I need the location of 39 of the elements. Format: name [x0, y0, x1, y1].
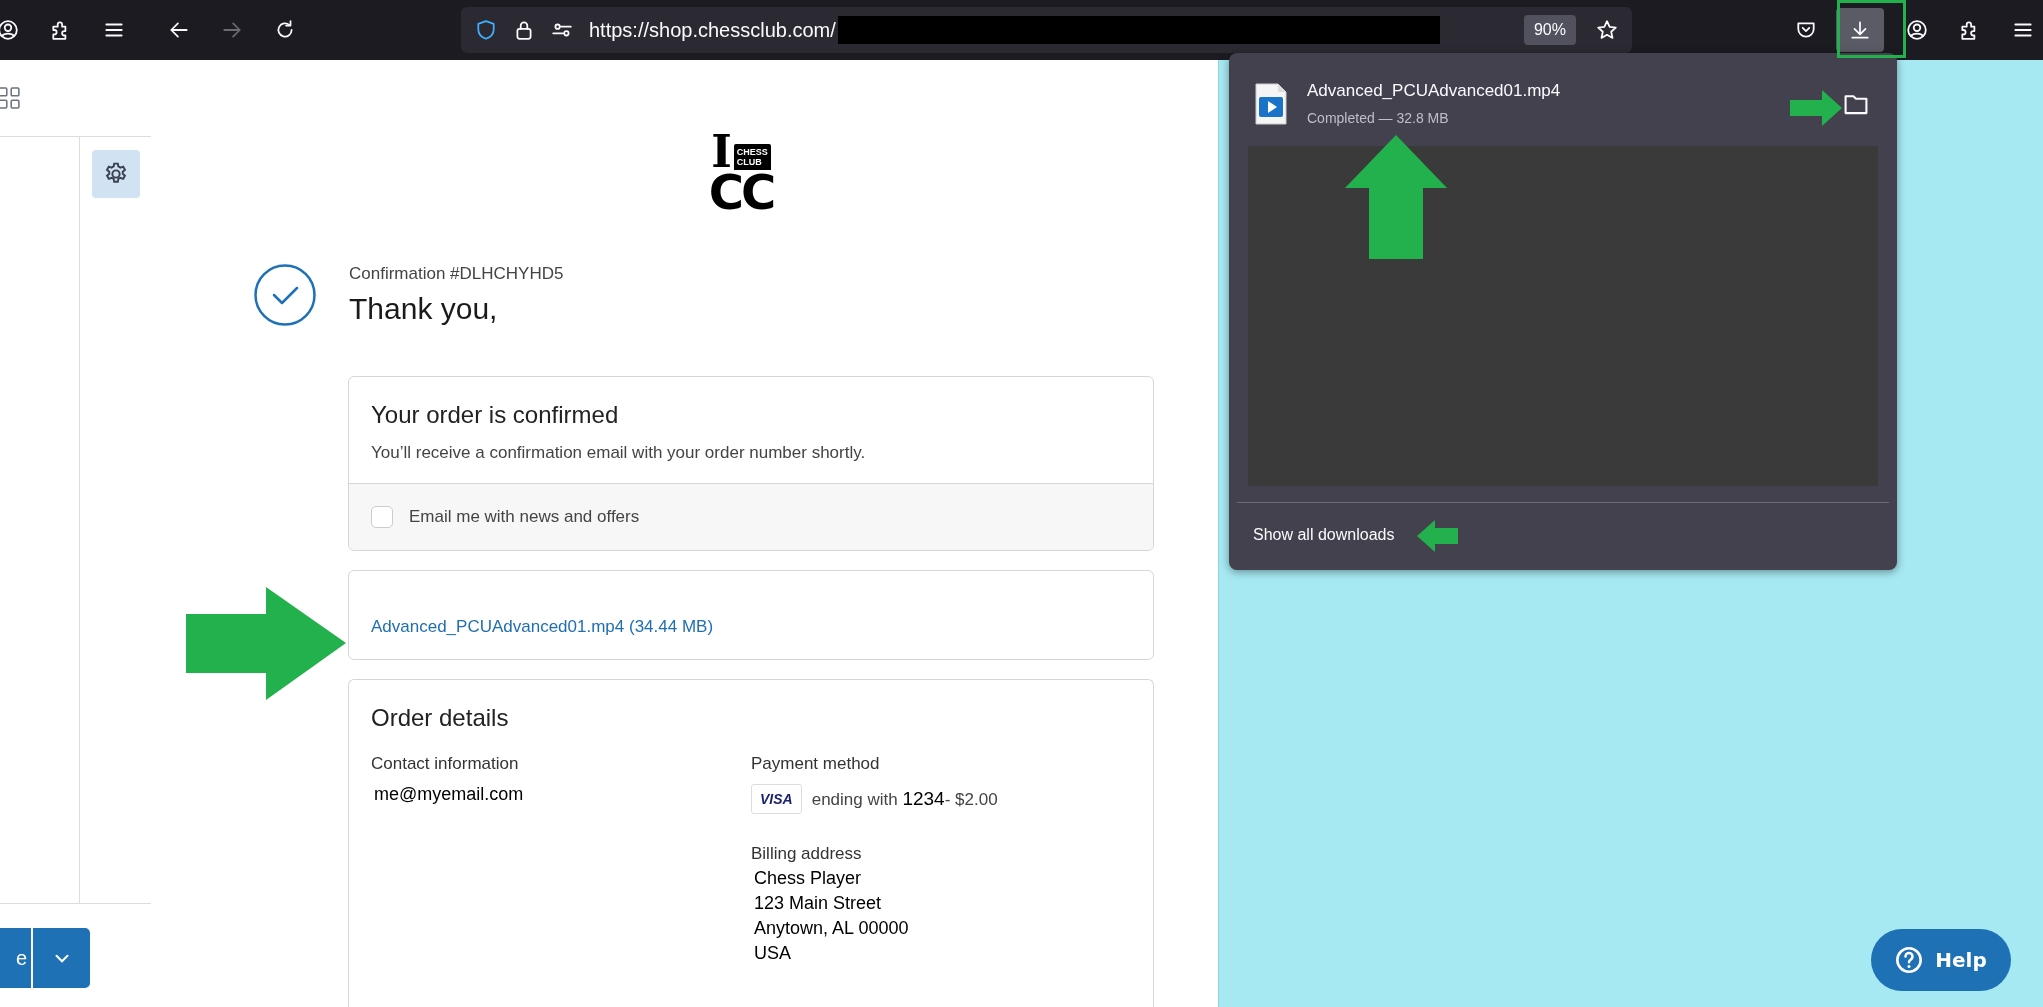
- payment-text: ending with 1234- $2.00: [811, 788, 998, 810]
- card-title: Your order is confirmed: [371, 401, 620, 429]
- field-label: Payment method: [751, 754, 881, 774]
- zoom-level[interactable]: 90%: [1523, 15, 1576, 45]
- thank-you-heading: Thank you,: [349, 292, 499, 326]
- annotation-arrow: [1417, 520, 1458, 552]
- field-label: Contact information: [371, 754, 520, 774]
- video-file-icon: [1255, 82, 1287, 125]
- address-line: 123 Main Street: [754, 893, 883, 914]
- download-link[interactable]: Advanced_PCUAdvanced01.mp4 (34.44 MB): [371, 617, 714, 636]
- highlight-frame: [1837, 0, 1906, 58]
- question-mark-icon: [1895, 946, 1924, 974]
- download-status: Completed — 32.8 MB: [1307, 110, 1450, 126]
- check-circle-icon: [254, 264, 316, 326]
- dropdown-button[interactable]: [31, 928, 90, 988]
- settings-button[interactable]: [92, 150, 140, 198]
- annotation-arrow: [1790, 90, 1842, 126]
- card-message: You’ll receive a confirmation email with your order number shortly.: [371, 443, 867, 463]
- downloads-button[interactable]: [1836, 8, 1884, 52]
- action-button[interactable]: e: [0, 928, 31, 988]
- url-text: https://shop.chessclub.com/: [589, 18, 836, 42]
- field-label: Billing address: [751, 844, 863, 864]
- email-text: me@myemail.com: [374, 784, 525, 805]
- card-title: Order details: [371, 704, 510, 732]
- file-name: Advanced_PCUAdvanced01.mp4: [1307, 81, 1562, 101]
- help-button[interactable]: Help: [1871, 929, 2011, 991]
- show-all-downloads-link[interactable]: Show all downloads: [1253, 526, 1395, 544]
- confirmation-number: Confirmation #DLHCHYHD5: [349, 264, 564, 284]
- address-bar[interactable]: https://shop.chessclub.com/ 90%: [461, 7, 1632, 53]
- apps-grid-icon[interactable]: [0, 87, 20, 109]
- address-line: Chess Player: [754, 868, 863, 889]
- download-icon: [1849, 19, 1871, 41]
- address-line: Anytown, AL 00000: [754, 918, 910, 939]
- card-brand-logo: VISA: [751, 784, 802, 814]
- checkbox-label[interactable]: Email me with news and offers: [409, 507, 640, 527]
- checkbox[interactable]: [371, 506, 393, 528]
- bookmark-star-icon[interactable]: [1596, 19, 1618, 41]
- address-line: USA: [754, 943, 792, 964]
- shield-icon[interactable]: [475, 19, 497, 41]
